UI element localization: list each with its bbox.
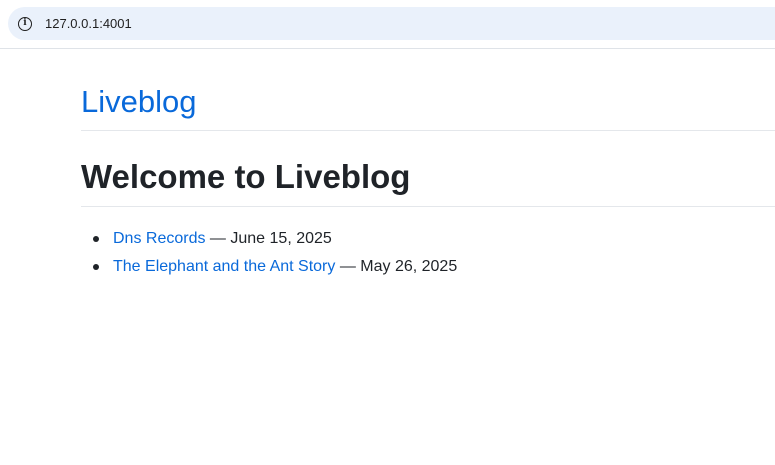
- browser-toolbar: i 127.0.0.1:4001: [0, 0, 775, 49]
- bullet-icon: [93, 264, 99, 270]
- address-bar[interactable]: i 127.0.0.1:4001: [8, 7, 775, 40]
- post-link[interactable]: The Elephant and the Ant Story: [113, 258, 335, 275]
- site-title-link[interactable]: Liveblog: [81, 84, 775, 120]
- bullet-icon: [93, 236, 99, 242]
- post-list: Dns Records — June 15, 2025 The Elephant…: [81, 225, 775, 281]
- post-date: June 15, 2025: [230, 230, 332, 247]
- url-text[interactable]: 127.0.0.1:4001: [45, 16, 132, 31]
- info-icon[interactable]: i: [18, 16, 32, 31]
- post-date: May 26, 2025: [360, 258, 458, 275]
- post-separator: —: [335, 258, 361, 275]
- list-item: Dns Records — June 15, 2025: [93, 225, 775, 253]
- header-divider: [81, 130, 775, 131]
- page-title: Welcome to Liveblog: [81, 158, 411, 195]
- page-content: Liveblog Welcome to Liveblog Dns Records…: [81, 48, 775, 281]
- list-item: The Elephant and the Ant Story — May 26,…: [93, 253, 775, 281]
- post-separator: —: [205, 230, 231, 247]
- post-link[interactable]: Dns Records: [113, 230, 205, 247]
- heading-divider: [81, 206, 775, 207]
